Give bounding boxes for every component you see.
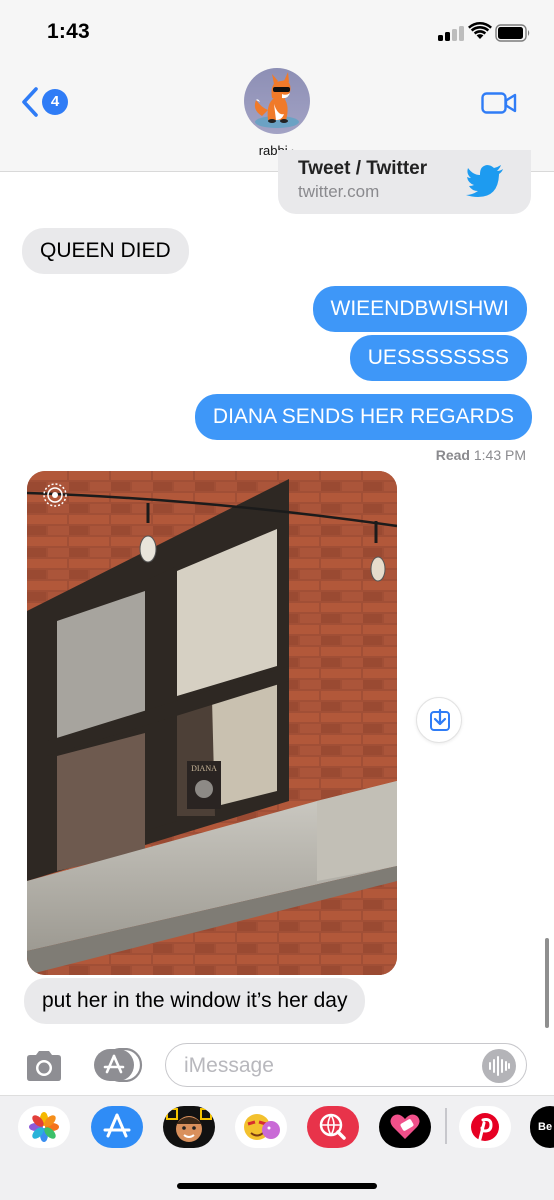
save-photo-button[interactable]: [416, 697, 462, 743]
fox-avatar-icon: [254, 72, 299, 128]
globe-search-icon: [319, 1113, 346, 1140]
unread-count-badge[interactable]: 4: [42, 89, 68, 115]
bereal-label: Be: [538, 1121, 553, 1133]
animoji-faces-icon: [244, 1114, 280, 1140]
download-icon: [430, 708, 450, 731]
link-preview-domain: twitter.com: [298, 182, 380, 201]
heart-icon: [390, 1114, 420, 1139]
drawer-divider: [445, 1108, 447, 1144]
audio-message-button[interactable]: [482, 1049, 516, 1083]
outgoing-message-bubble[interactable]: DIANA SENDS HER REGARDS: [194, 394, 532, 440]
back-chevron-icon[interactable]: [20, 86, 40, 118]
video-call-icon[interactable]: [481, 91, 517, 115]
outgoing-message-bubble[interactable]: UESSSSSSSS: [349, 335, 527, 381]
poster-text: DIANA: [191, 764, 217, 773]
web-images-icon[interactable]: [307, 1106, 359, 1148]
photos-flower-icon: [29, 1112, 59, 1142]
status-bar: 1:43: [0, 0, 554, 66]
wifi-icon: [468, 22, 492, 39]
twitter-bird-icon: [466, 165, 503, 197]
cellular-signal-icon: [438, 26, 464, 41]
message-text: DIANA SENDS HER REGARDS: [212, 405, 514, 428]
memoji-face-icon: [166, 1108, 212, 1142]
animoji-icon[interactable]: [235, 1106, 287, 1148]
camera-icon[interactable]: [24, 1049, 64, 1083]
outgoing-message-bubble[interactable]: WIEENDBWISHWI: [312, 286, 527, 332]
incoming-message-bubble[interactable]: put her in the window it’s her day: [24, 978, 366, 1024]
contact-avatar[interactable]: [244, 68, 310, 134]
heart-app-icon[interactable]: [379, 1106, 431, 1148]
apps-icon: [94, 1047, 143, 1083]
battery-icon: [495, 24, 530, 42]
memoji-icon[interactable]: [163, 1106, 215, 1148]
scroll-indicator[interactable]: [545, 938, 549, 1028]
pinterest-icon[interactable]: [459, 1106, 511, 1148]
app-store-apps-button[interactable]: [93, 1047, 143, 1083]
pinterest-logo-icon: [471, 1113, 499, 1141]
window-photo-image: DIANA: [27, 471, 397, 975]
read-receipt: Read 1:43 PM: [436, 447, 526, 463]
bereal-icon[interactable]: Be: [530, 1106, 554, 1148]
app-store-icon[interactable]: [91, 1106, 143, 1148]
read-label: Read: [435, 447, 470, 463]
imessage-input[interactable]: iMessage: [165, 1043, 527, 1087]
conversation-header: 1:43 4 rabbi: [0, 0, 554, 172]
incoming-message-bubble[interactable]: QUEEN DIED: [22, 228, 189, 274]
message-text: UESSSSSSSS: [367, 346, 509, 369]
app-store-glyph-icon: [103, 1113, 131, 1138]
status-time: 1:43: [47, 20, 90, 43]
photos-app-icon[interactable]: [18, 1106, 70, 1148]
read-time: 1:43 PM: [473, 447, 526, 463]
message-text: QUEEN DIED: [40, 239, 171, 262]
message-text: put her in the window it’s her day: [42, 989, 348, 1012]
message-text: WIEENDBWISHWI: [330, 297, 510, 320]
waveform-icon: [489, 1056, 510, 1076]
home-indicator[interactable]: [177, 1183, 377, 1189]
photo-message[interactable]: DIANA: [27, 471, 397, 975]
input-placeholder: iMessage: [184, 1054, 274, 1077]
link-preview-title: Tweet / Twitter: [298, 158, 428, 179]
